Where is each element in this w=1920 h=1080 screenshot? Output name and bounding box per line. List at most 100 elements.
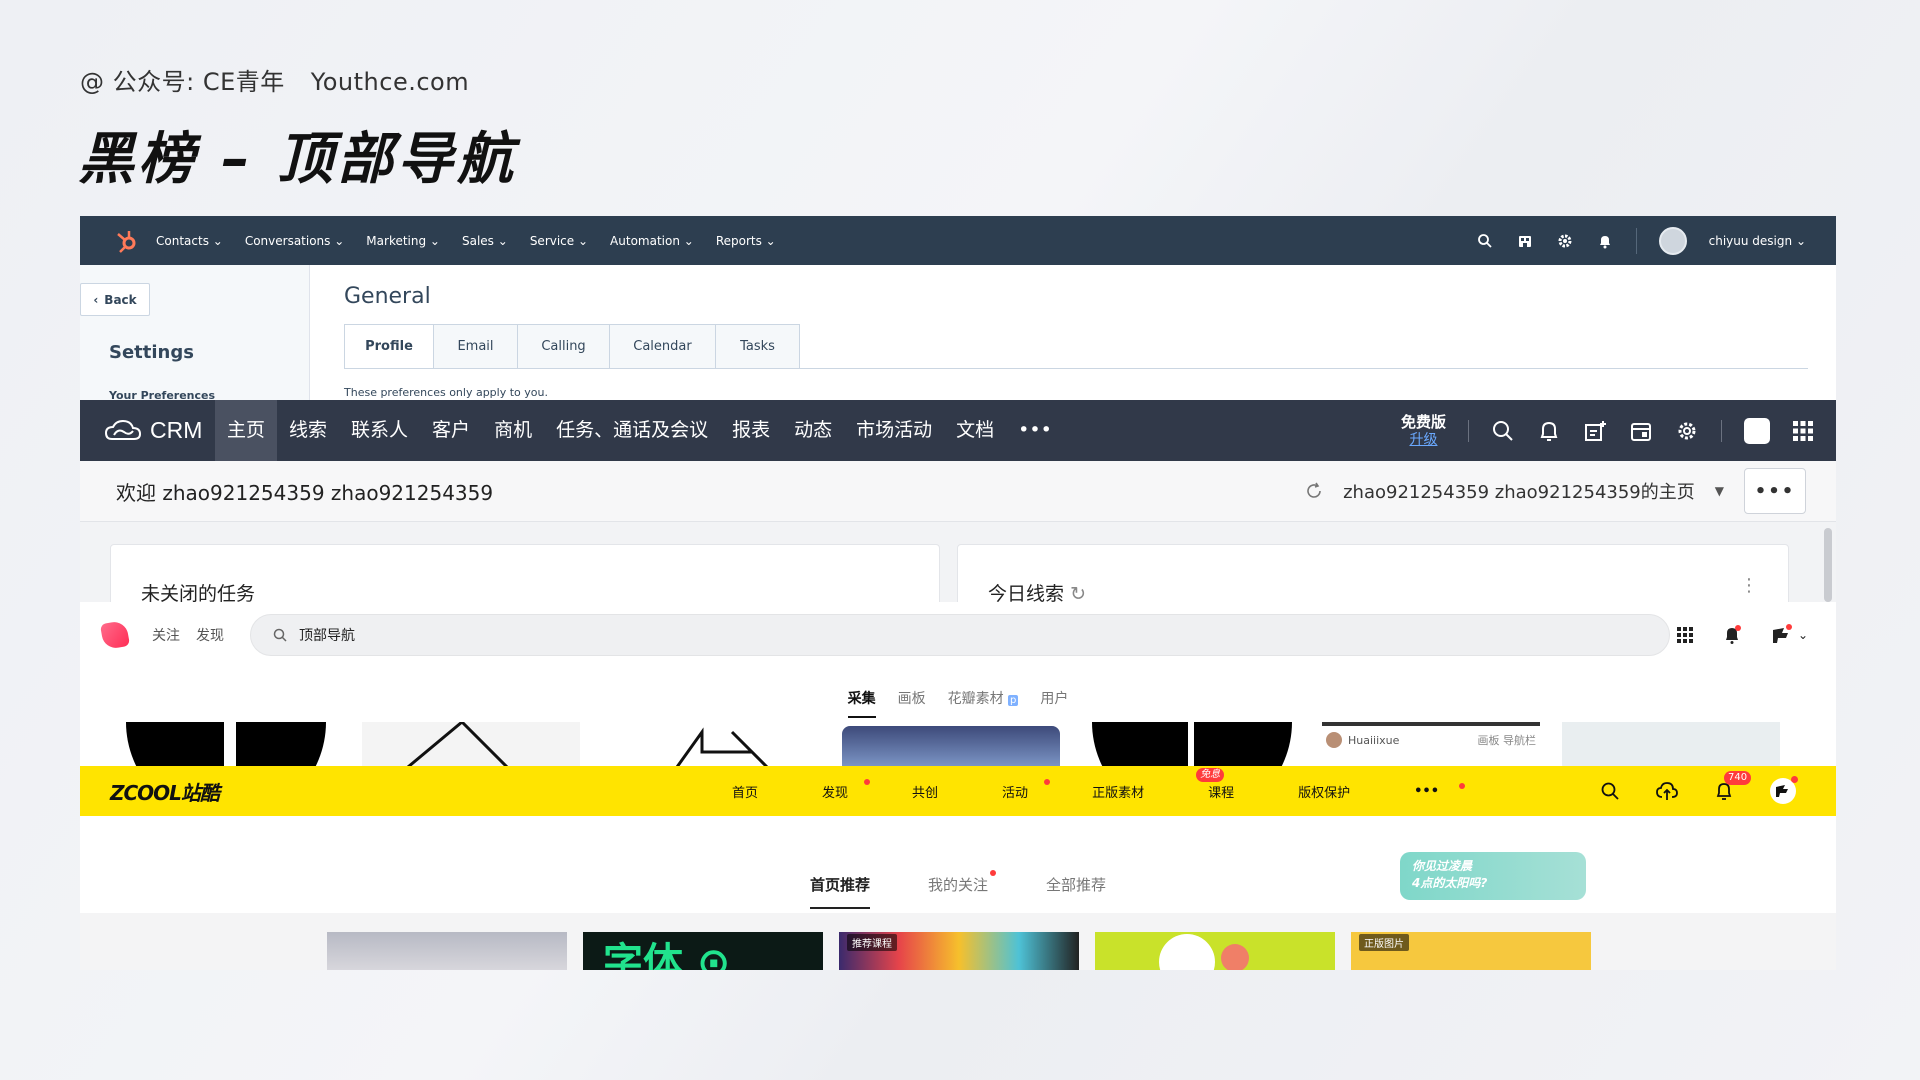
- crm-logo[interactable]: CRM: [80, 417, 215, 444]
- bell-icon[interactable]: [1596, 232, 1614, 250]
- avatar[interactable]: [1770, 776, 1798, 804]
- nav-more[interactable]: •••: [1006, 400, 1064, 461]
- bell-icon[interactable]: [1722, 625, 1742, 645]
- nav-activities[interactable]: 任务、通话及会议: [544, 400, 720, 461]
- thumbnail-card[interactable]: 推荐课程: [839, 932, 1079, 970]
- tab-boards[interactable]: 画板: [898, 688, 926, 718]
- more-button[interactable]: •••: [1744, 468, 1806, 514]
- apps-grid-icon[interactable]: [1676, 626, 1694, 644]
- apps-grid-icon[interactable]: [1792, 420, 1814, 442]
- card-title: 未关闭的任务: [141, 583, 256, 602]
- thumbnail-card[interactable]: [1095, 932, 1335, 970]
- course-badge: 免息: [1196, 767, 1225, 782]
- user-menu[interactable]: ⌄: [1770, 624, 1808, 646]
- zcool-topbar: ZCOOL站酷 首页 发现 共创 活动 正版素材 免息 课程 版权保护 ••• 7…: [80, 766, 1836, 816]
- tab-recommended[interactable]: 首页推荐: [809, 874, 870, 909]
- search-icon[interactable]: [1600, 781, 1620, 801]
- nav-automation[interactable]: Automation ⌄: [610, 234, 694, 248]
- crm-panel: CRM 主页 线索 联系人 客户 商机 任务、通话及会议 报表 动态 市场活动 …: [80, 400, 1836, 602]
- nav-sales[interactable]: Sales ⌄: [462, 234, 508, 248]
- notification-dot: [864, 778, 871, 785]
- refresh-icon[interactable]: ↻: [1070, 583, 1086, 602]
- notifications-button[interactable]: 740: [1714, 771, 1752, 801]
- nav-follow[interactable]: 关注: [152, 625, 180, 645]
- nav-reports[interactable]: 报表: [720, 400, 782, 461]
- nav-marketing[interactable]: Marketing ⌄: [366, 234, 440, 248]
- user-menu[interactable]: chiyuu design ⌄: [1709, 234, 1806, 248]
- tab-pins[interactable]: 采集: [847, 688, 876, 718]
- pin-card[interactable]: [842, 726, 1060, 766]
- upgrade-link[interactable]: 升级: [1401, 431, 1446, 449]
- tab-profile[interactable]: Profile: [344, 324, 434, 369]
- huaban-logo-icon[interactable]: [99, 619, 131, 651]
- tab-users[interactable]: 用户: [1040, 688, 1068, 718]
- tab-following[interactable]: 我的关注: [928, 870, 996, 909]
- avatar[interactable]: [1744, 417, 1770, 444]
- pin-card[interactable]: [362, 722, 580, 766]
- nav-courses[interactable]: 免息 课程: [1176, 767, 1266, 801]
- tab-tasks[interactable]: Tasks: [716, 324, 800, 369]
- search-input[interactable]: 顶部导航: [250, 614, 1670, 656]
- welcome-row: 欢迎 zhao921254359 zhao921254359 zhao92125…: [80, 461, 1836, 522]
- nav-events[interactable]: 活动: [970, 778, 1060, 801]
- thumbnail-row: 字体 ⊙ 推荐课程 正版图片: [327, 932, 1591, 970]
- caret-down-icon[interactable]: ▼: [1715, 484, 1724, 498]
- home-select-value[interactable]: zhao921254359 zhao921254359的主页: [1343, 478, 1695, 504]
- scrollbar[interactable]: [1824, 528, 1832, 602]
- plan-badge[interactable]: 免费版 升级: [1401, 413, 1446, 449]
- nav-conversations[interactable]: Conversations ⌄: [245, 234, 344, 248]
- pin-card[interactable]: [1082, 722, 1300, 766]
- pin-card[interactable]: [122, 722, 340, 766]
- nav-contacts[interactable]: Contacts ⌄: [156, 234, 223, 248]
- tab-email[interactable]: Email: [434, 324, 518, 369]
- refresh-icon[interactable]: [1305, 482, 1323, 500]
- hubspot-logo-icon[interactable]: [114, 228, 140, 254]
- marketplace-icon[interactable]: [1516, 232, 1534, 250]
- pin-card[interactable]: Huaiiixue 画板 导航栏: [1322, 722, 1540, 766]
- avatar: [1326, 732, 1342, 748]
- nav-deals[interactable]: 商机: [482, 400, 544, 461]
- pin-card[interactable]: [602, 722, 820, 766]
- nav-feeds[interactable]: 动态: [782, 400, 844, 461]
- nav-accounts[interactable]: 客户: [420, 400, 482, 461]
- tab-calling[interactable]: Calling: [518, 324, 610, 369]
- gear-icon[interactable]: [1556, 232, 1574, 250]
- notification-dot: [1044, 778, 1051, 785]
- nav-discover[interactable]: 发现: [790, 778, 880, 801]
- zcool-logo[interactable]: ZCOOL站酷: [110, 777, 220, 806]
- nav-assets[interactable]: 正版素材: [1060, 782, 1176, 801]
- huaban-panel: 关注 发现 顶部导航 ⌄ 采集 画板 花瓣素材 p 用户 Huaiiixue 画…: [80, 602, 1836, 766]
- promo-banner[interactable]: 你见过凌晨 4点的太阳吗?: [1400, 852, 1586, 900]
- nav-service[interactable]: Service ⌄: [530, 234, 588, 248]
- thumbnail-card[interactable]: 字体 ⊙: [583, 932, 823, 970]
- today-leads-card: 今日线索 ↻ ⋮: [957, 544, 1789, 602]
- nav-home[interactable]: 主页: [215, 400, 278, 461]
- nav-leads[interactable]: 线索: [277, 400, 339, 461]
- nav-documents[interactable]: 文档: [944, 400, 1006, 461]
- nav-more[interactable]: •••: [1382, 782, 1471, 799]
- nav-cocreate[interactable]: 共创: [880, 782, 970, 801]
- gear-icon[interactable]: [1675, 419, 1699, 443]
- bell-icon[interactable]: [1537, 419, 1561, 443]
- add-note-icon[interactable]: [1583, 419, 1607, 443]
- nav-copyright[interactable]: 版权保护: [1266, 782, 1382, 801]
- nav-campaigns[interactable]: 市场活动: [844, 400, 944, 461]
- nav-reports[interactable]: Reports ⌄: [716, 234, 776, 248]
- hubspot-toolbar: chiyuu design ⌄: [1476, 226, 1836, 255]
- tab-all[interactable]: 全部推荐: [1046, 874, 1106, 909]
- nav-home[interactable]: 首页: [700, 782, 790, 801]
- search-icon[interactable]: [1476, 232, 1494, 250]
- avatar[interactable]: [1658, 226, 1687, 255]
- thumbnail-card[interactable]: 正版图片: [1351, 932, 1591, 970]
- thumbnail-card[interactable]: [327, 932, 567, 970]
- pin-card[interactable]: [1562, 722, 1780, 766]
- kebab-menu-icon[interactable]: ⋮: [1740, 575, 1758, 596]
- tab-calendar[interactable]: Calendar: [610, 324, 716, 369]
- calendar-icon[interactable]: [1629, 419, 1653, 443]
- upload-icon[interactable]: [1656, 781, 1678, 801]
- nav-contacts[interactable]: 联系人: [339, 400, 420, 461]
- search-icon[interactable]: [1491, 419, 1515, 443]
- tab-materials[interactable]: 花瓣素材 p: [948, 688, 1019, 718]
- nav-discover[interactable]: 发现: [196, 625, 224, 645]
- back-button[interactable]: ‹ Back: [80, 283, 150, 316]
